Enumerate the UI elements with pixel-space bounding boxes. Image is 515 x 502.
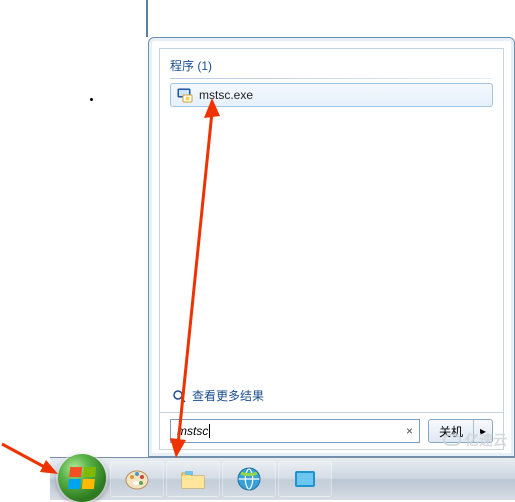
results-spacer <box>170 107 493 383</box>
bottom-divider <box>160 412 503 413</box>
globe-icon <box>235 465 263 493</box>
watermark: 亿速云 <box>443 430 507 450</box>
taskbar-explorer[interactable] <box>166 461 220 497</box>
taskbar-paint[interactable] <box>110 461 164 497</box>
mstsc-icon <box>177 87 193 103</box>
app-icon <box>291 465 319 493</box>
start-menu-inner: 程序 (1) mstsc.exe 查看更多结果 mstsc × 关机 ▸ <box>159 48 504 450</box>
start-menu-panel: 程序 (1) mstsc.exe 查看更多结果 mstsc × 关机 ▸ <box>148 37 515 457</box>
watermark-text: 亿速云 <box>465 430 507 450</box>
search-input[interactable]: mstsc × <box>170 419 420 443</box>
windows-logo-icon <box>68 467 96 489</box>
search-icon <box>172 389 186 403</box>
see-more-label: 查看更多结果 <box>192 387 264 404</box>
canvas-background <box>148 0 515 37</box>
paint-icon <box>123 465 151 493</box>
watermark-logo-icon <box>443 434 461 446</box>
see-more-results[interactable]: 查看更多结果 <box>170 383 493 412</box>
search-value: mstsc <box>177 424 404 439</box>
result-item-label: mstsc.exe <box>199 88 253 102</box>
taskbar-app[interactable] <box>278 461 332 497</box>
clear-search-icon[interactable]: × <box>404 424 415 438</box>
start-button[interactable] <box>58 454 106 502</box>
left-panel-fragment <box>0 0 148 37</box>
programs-header: 程序 (1) <box>170 57 493 78</box>
result-item-mstsc[interactable]: mstsc.exe <box>170 83 493 107</box>
taskbar-browser[interactable] <box>222 461 276 497</box>
stray-dot <box>90 98 93 101</box>
taskbar <box>50 457 515 500</box>
folder-icon <box>179 465 207 493</box>
divider <box>170 78 493 79</box>
